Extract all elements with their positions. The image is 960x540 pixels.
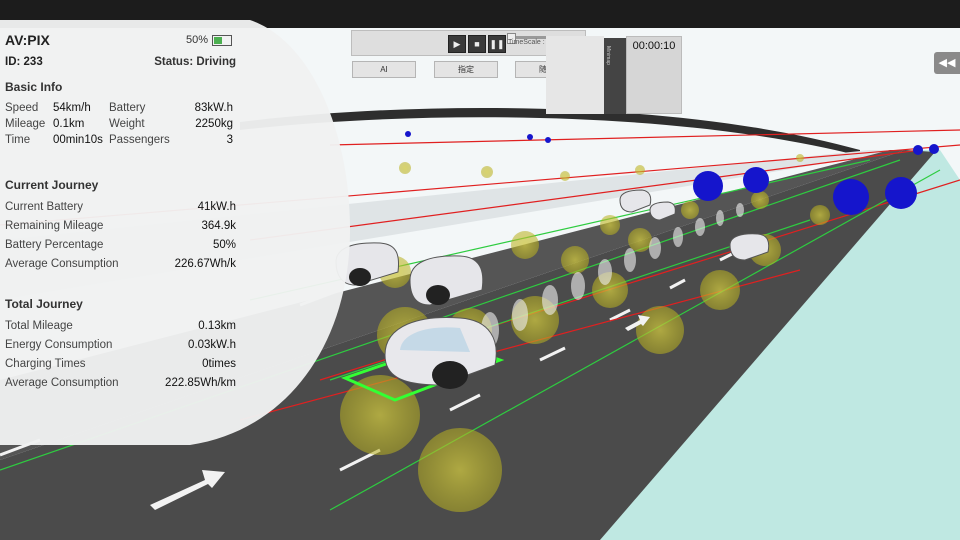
- row-label: Average Consumption: [5, 258, 119, 270]
- rewind-icon[interactable]: ◀◀: [934, 52, 960, 74]
- current-journey-row: Remaining Mileage 364.9k: [5, 220, 236, 232]
- simulation-timer: 00:00:10: [626, 36, 682, 114]
- current-journey-header: Current Journey: [5, 178, 99, 192]
- mileage-label: Mileage: [5, 118, 46, 130]
- weight-label: Weight: [109, 118, 145, 130]
- stop-button[interactable]: ■: [468, 35, 486, 53]
- weight-value: 2250kg: [195, 118, 233, 130]
- row-value: 364.9k: [201, 220, 236, 232]
- battery-percent: 50%: [186, 34, 209, 46]
- minimap[interactable]: Minimap: [604, 38, 626, 114]
- time-label: Time: [5, 134, 31, 146]
- passengers-value: 3: [226, 134, 233, 146]
- mode-ai-button[interactable]: AI: [352, 61, 416, 78]
- row-label: Energy Consumption: [5, 339, 113, 351]
- row-value: 0.13km: [198, 320, 236, 332]
- play-button[interactable]: ▶: [448, 35, 466, 53]
- mode-specified-button[interactable]: 指定: [434, 61, 498, 78]
- total-journey-row: Total Mileage 0.13km: [5, 320, 236, 332]
- minimap-label: Minimap: [605, 46, 611, 65]
- passengers-label: Passengers: [109, 134, 170, 146]
- row-value: 0.03kW.h: [188, 339, 236, 351]
- pause-button[interactable]: ❚❚: [488, 35, 506, 53]
- minimap-frame: [546, 36, 604, 114]
- row-label: Average Consumption: [5, 377, 119, 389]
- vehicle-info-panel: AV:PIX 50% ID: 233 Status: Driving Basic…: [0, 20, 250, 420]
- row-label: Current Battery: [5, 201, 83, 213]
- total-journey-row: Energy Consumption 0.03kW.h: [5, 339, 236, 351]
- row-label: Total Mileage: [5, 320, 73, 332]
- timescale-label: TimeScale : 1: [508, 39, 551, 46]
- row-label: Charging Times: [5, 358, 86, 370]
- basic-info-grid: Speed 54km/h Battery 83kW.h Mileage 0.1k…: [5, 102, 233, 146]
- row-value: 226.67Wh/k: [174, 258, 236, 270]
- row-value: 222.85Wh/km: [165, 377, 236, 389]
- row-label: Battery Percentage: [5, 239, 104, 251]
- battery-icon: [212, 34, 233, 46]
- total-journey-row: Charging Times 0times: [5, 358, 236, 370]
- total-journey-header: Total Journey: [5, 297, 83, 311]
- battery-indicator: 50%: [186, 34, 233, 46]
- vehicle-status: Status: Driving: [154, 56, 236, 68]
- speed-value: 54km/h: [53, 102, 91, 114]
- current-journey-row: Battery Percentage 50%: [5, 239, 236, 251]
- speed-label: Speed: [5, 102, 39, 114]
- row-value: 41kW.h: [197, 201, 236, 213]
- row-value: 50%: [212, 239, 236, 251]
- current-journey-row: Current Battery 41kW.h: [5, 201, 236, 213]
- battery-value: 83kW.h: [194, 102, 233, 114]
- vehicle-id: ID: 233: [5, 56, 43, 68]
- current-journey-row: Average Consumption 226.67Wh/k: [5, 258, 236, 270]
- row-value: 0times: [202, 358, 236, 370]
- basic-info-header: Basic Info: [5, 80, 63, 94]
- total-journey-row: Average Consumption 222.85Wh/km: [5, 377, 236, 389]
- time-value: 00min10s: [53, 134, 103, 146]
- battery-label: Battery: [109, 102, 146, 114]
- vehicle-name: AV:PIX: [5, 32, 50, 48]
- mileage-value: 0.1km: [53, 118, 85, 130]
- row-label: Remaining Mileage: [5, 220, 104, 232]
